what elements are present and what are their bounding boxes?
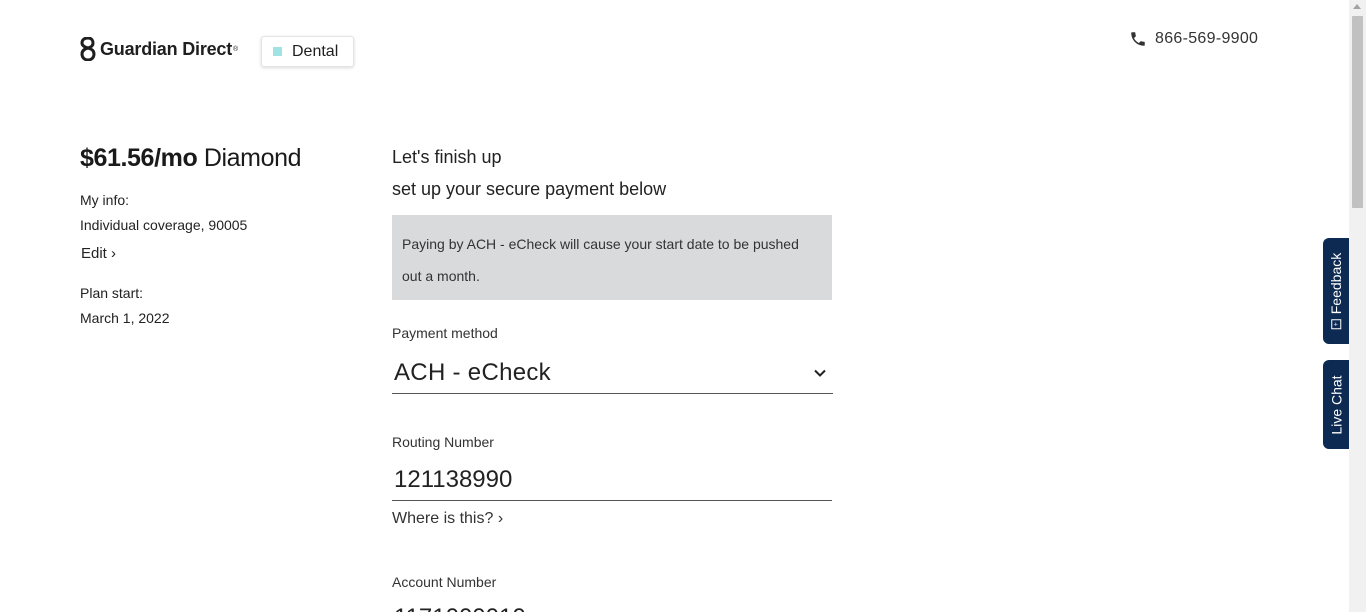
- plan-price: $61.56/mo: [80, 144, 198, 172]
- payment-method-value: ACH - eCheck: [394, 359, 551, 386]
- chevron-down-icon: [814, 369, 826, 377]
- payment-method-select[interactable]: ACH - eCheck: [392, 353, 833, 394]
- edit-info-link[interactable]: Edit ›: [81, 245, 116, 262]
- scroll-up-arrow-icon[interactable]: [1353, 4, 1361, 9]
- routing-number-input[interactable]: [392, 460, 832, 501]
- guardian-logo-icon: [80, 37, 96, 61]
- routing-help-link[interactable]: Where is this? ›: [392, 510, 503, 528]
- phone-contact[interactable]: 866-569-9900: [1129, 30, 1258, 48]
- feedback-tab[interactable]: + Feedback: [1323, 238, 1350, 344]
- account-number-input[interactable]: [392, 598, 832, 612]
- account-number-label: Account Number: [392, 574, 497, 590]
- brand-logo[interactable]: Guardian Direct ®: [80, 37, 238, 61]
- plan-tier: Diamond: [203, 144, 302, 172]
- payment-heading: Let's finish up: [392, 147, 502, 167]
- phone-icon: [1131, 32, 1145, 46]
- coverage-info: Individual coverage, 90005: [80, 217, 248, 233]
- live-chat-tab-label: Live Chat: [1328, 374, 1345, 435]
- feedback-icon: +: [1331, 319, 1342, 330]
- live-chat-tab[interactable]: Live Chat: [1323, 360, 1350, 449]
- product-badge-label: Dental: [292, 42, 339, 60]
- plan-price-heading: $61.56/mo Diamond: [80, 144, 340, 173]
- brand-name: Guardian Direct: [100, 38, 233, 59]
- plan-start-date: March 1, 2022: [80, 310, 170, 326]
- my-info-label: My info:: [80, 192, 130, 208]
- scrollbar-thumb[interactable]: [1352, 16, 1363, 208]
- ach-notice: Paying by ACH - eCheck will cause your s…: [392, 215, 832, 300]
- payment-method-label: Payment method: [392, 325, 498, 341]
- badge-color-square: [273, 47, 282, 56]
- product-badge: Dental: [261, 36, 354, 67]
- brand-registered-mark: ®: [233, 45, 239, 53]
- payment-subheading: set up your secure payment below: [392, 179, 667, 199]
- plan-start-label: Plan start:: [80, 285, 144, 301]
- phone-number[interactable]: 866-569-9900: [1155, 30, 1258, 48]
- plan-summary: $61.56/mo Diamond My info: Individual co…: [80, 144, 340, 326]
- page-scrollbar[interactable]: [1349, 0, 1366, 612]
- feedback-tab-label: Feedback: [1328, 252, 1345, 315]
- routing-number-label: Routing Number: [392, 434, 494, 450]
